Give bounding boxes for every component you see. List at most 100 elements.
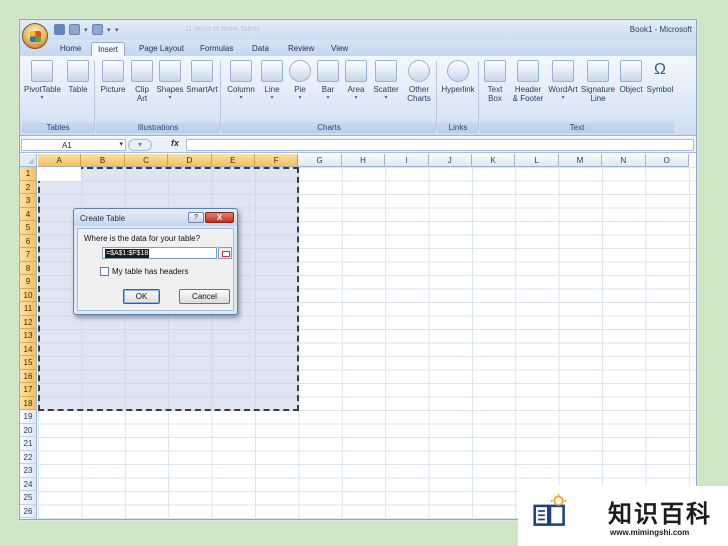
name-box-dropdown-icon[interactable]: ▾ [119,140,123,148]
collapse-dialog-icon[interactable] [218,247,232,259]
other-charts-button[interactable]: Other Charts [404,60,434,103]
row-header-16[interactable]: 16 [20,369,37,383]
row-header-4[interactable]: 4 [20,207,37,221]
signature-line-button[interactable]: Signature Line [580,60,616,103]
tab-home[interactable]: Home [54,42,87,56]
column-header-n[interactable]: N [602,154,646,167]
tab-review[interactable]: Review [282,42,320,56]
group-label-text: Text [480,122,674,133]
column-header-o[interactable]: O [645,154,689,167]
row-header-11[interactable]: 11 [20,302,37,316]
name-box[interactable]: A1 ▾ [21,139,126,151]
tab-insert[interactable]: Insert [91,42,126,56]
group-illustrations: Picture Clip Art Shapes ▾ SmartArt Illus… [96,58,221,133]
header-footer-button[interactable]: Header & Footer [510,60,546,103]
column-header-i[interactable]: I [385,154,429,167]
redo-icon[interactable] [92,24,103,35]
select-all-corner[interactable] [20,154,37,167]
tab-formulas[interactable]: Formulas [194,42,239,56]
row-header-10[interactable]: 10 [20,288,37,302]
row-header-20[interactable]: 20 [20,423,37,437]
table-label: Table [68,85,88,94]
close-button[interactable]: X [205,212,234,223]
column-header-m[interactable]: M [558,154,603,167]
smartart-button[interactable]: SmartArt [186,60,218,94]
textbox-label-2: Box [488,94,502,103]
picture-button[interactable]: Picture [98,60,128,94]
column-header-k[interactable]: K [472,154,516,167]
row-header-13[interactable]: 13 [20,329,37,343]
row-header-6[interactable]: 6 [20,234,37,248]
office-button[interactable] [22,23,48,49]
row-header-21[interactable]: 21 [20,437,37,451]
row-header-25[interactable]: 25 [20,491,37,505]
row-header-23[interactable]: 23 [20,464,37,478]
column-chart-button[interactable]: Column ▾ [224,60,258,103]
column-header-j[interactable]: J [428,154,472,167]
object-button[interactable]: Object [616,60,646,94]
row-header-12[interactable]: 12 [20,315,37,329]
customize-qat-icon[interactable]: ▾ [115,26,119,34]
column-header-g[interactable]: G [298,154,342,167]
column-header-c[interactable]: C [124,154,169,167]
pie-chart-button[interactable]: Pie ▾ [286,60,314,103]
row-header-9[interactable]: 9 [20,275,37,289]
wordart-button[interactable]: WordArt ▾ [546,60,580,103]
redo-dropdown-icon[interactable]: ▾ [107,26,111,34]
group-label-links: Links [438,122,478,133]
scatter-chart-button[interactable]: Scatter ▾ [370,60,402,103]
active-cell-a1[interactable] [38,167,81,181]
headers-checkbox-label[interactable]: My table has headers [112,267,189,276]
table-button[interactable]: Table [64,60,92,94]
formula-input[interactable] [186,139,694,151]
bar-chart-button[interactable]: Bar ▾ [314,60,342,103]
row-header-27[interactable]: 27 [20,518,37,519]
area-chart-button[interactable]: Area ▾ [342,60,370,103]
row-header-19[interactable]: 19 [20,410,37,424]
row-header-18[interactable]: 18 [20,396,37,410]
ok-button[interactable]: OK [123,289,160,304]
undo-icon[interactable] [69,24,80,35]
help-button[interactable]: ? [188,212,204,223]
save-icon[interactable] [54,24,65,35]
group-tables: PivotTable ▾ Table Tables [22,58,95,133]
dialog-title-bar[interactable]: Create Table ? X [74,209,237,226]
hyperlink-button[interactable]: Hyperlink [438,60,478,94]
row-header-8[interactable]: 8 [20,261,37,275]
tab-page-layout[interactable]: Page Layout [133,42,190,56]
line-chart-button[interactable]: Line ▾ [258,60,286,103]
column-header-f[interactable]: F [255,154,299,167]
pivottable-button[interactable]: PivotTable ▾ [24,60,61,103]
cancel-button[interactable]: Cancel [179,289,230,304]
clipart-button[interactable]: Clip Art [130,60,154,103]
column-header-b[interactable]: B [81,154,125,167]
line-label: Line [264,85,280,94]
tab-data[interactable]: Data [246,42,275,56]
range-input[interactable]: =$A$1:$F$18 [102,247,217,259]
row-header-15[interactable]: 15 [20,356,37,370]
tab-view[interactable]: View [325,42,354,56]
row-header-14[interactable]: 14 [20,342,37,356]
column-header-e[interactable]: E [211,154,255,167]
row-header-3[interactable]: 3 [20,194,37,208]
row-header-7[interactable]: 7 [20,248,37,262]
symbol-button[interactable]: Ω Symbol [646,60,674,94]
column-header-a[interactable]: A [38,154,82,167]
row-header-5[interactable]: 5 [20,221,37,235]
row-header-17[interactable]: 17 [20,383,37,397]
column-header-l[interactable]: L [515,154,559,167]
shapes-button[interactable]: Shapes ▾ [156,60,184,103]
headers-checkbox[interactable] [100,267,109,276]
insert-function-icon[interactable]: fx [171,138,179,148]
textbox-button[interactable]: Text Box [482,60,508,103]
clipart-label-2: Art [136,94,148,103]
function-dropdown-button[interactable]: ▾ [128,139,152,151]
row-header-26[interactable]: 26 [20,504,37,518]
row-header-2[interactable]: 2 [20,180,37,194]
row-header-1[interactable]: 1 [20,167,37,181]
row-header-22[interactable]: 22 [20,450,37,464]
undo-dropdown-icon[interactable]: ▾ [84,26,88,34]
column-header-h[interactable]: H [341,154,386,167]
row-header-24[interactable]: 24 [20,477,37,491]
column-header-d[interactable]: D [168,154,212,167]
